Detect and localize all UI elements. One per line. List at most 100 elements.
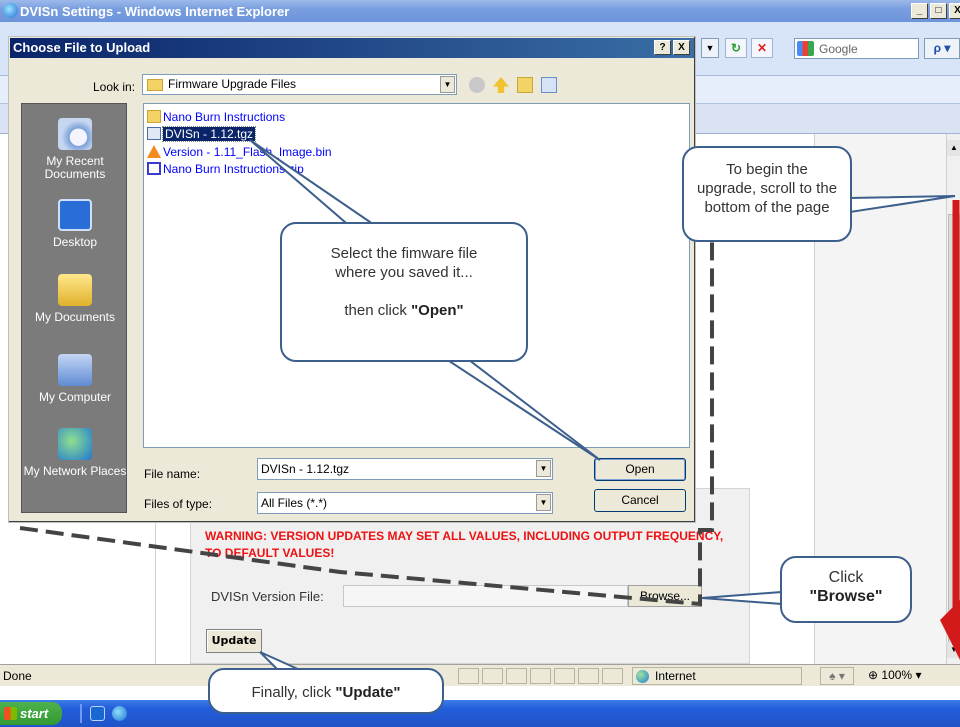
browse-button[interactable]: Browse... — [628, 585, 702, 607]
minimize-button[interactable]: _ — [911, 3, 928, 19]
file-type-select[interactable]: All Files (*.*) ▼ — [257, 492, 553, 514]
place-network[interactable]: My Network Places — [22, 428, 128, 478]
my-computer-icon — [58, 354, 92, 386]
scroll-thumb[interactable] — [948, 214, 960, 644]
search-placeholder: Google — [819, 42, 858, 56]
place-label: My Recent Documents — [44, 154, 106, 181]
dialog-close-button[interactable]: X — [673, 40, 690, 55]
dialog-nav-icons — [469, 77, 557, 93]
warning-line-1: WARNING: VERSION UPDATES MAY SET ALL VAL… — [205, 529, 724, 543]
status-pane — [482, 668, 503, 684]
zone-label: Internet — [655, 669, 696, 683]
ie-logo-icon — [3, 3, 18, 18]
list-item[interactable]: Nano Burn Instructions.zip — [147, 161, 304, 177]
file-name-input[interactable]: DVISn - 1.12.tgz ▼ — [257, 458, 553, 480]
folder-icon — [147, 110, 161, 123]
zip-file-icon — [147, 162, 161, 175]
look-in-select[interactable]: Firmware Upgrade Files ▼ — [142, 74, 457, 95]
zoom-icon: ⊕ — [868, 668, 879, 682]
windows-taskbar: start — [0, 700, 960, 727]
protected-mode-icon[interactable]: ♠ ▾ — [820, 667, 854, 685]
chevron-down-icon[interactable]: ▼ — [536, 494, 551, 511]
dialog-title: Choose File to Upload — [13, 40, 151, 55]
desktop-icon — [58, 199, 92, 231]
version-file-input[interactable] — [343, 585, 628, 607]
folder-icon — [147, 79, 163, 91]
place-recent-documents[interactable]: My Recent Documents — [22, 118, 128, 181]
places-bar: My Recent Documents Desktop My Documents… — [21, 103, 127, 513]
select-file-callout: Select the fimware file where you saved … — [280, 222, 528, 362]
callout-line: where you saved it... — [335, 264, 473, 281]
dialog-title-bar: Choose File to Upload ? X — [10, 38, 694, 58]
internet-globe-icon — [636, 670, 649, 683]
scroll-up-icon[interactable]: ▲ — [947, 140, 960, 156]
look-in-value: Firmware Upgrade Files — [168, 77, 297, 91]
refresh-icon[interactable]: ↻ — [725, 38, 747, 58]
close-window-button[interactable]: X — [949, 3, 960, 19]
file-type-label: Files of type: — [144, 497, 213, 511]
search-button[interactable]: ρ ▾ — [924, 38, 960, 59]
view-menu-icon[interactable] — [541, 77, 557, 93]
show-desktop-icon[interactable] — [90, 706, 105, 721]
chevron-down-icon[interactable]: ▼ — [536, 460, 551, 477]
update-warning: WARNING: VERSION UPDATES MAY SET ALL VAL… — [205, 528, 765, 562]
quicklaunch-divider — [80, 704, 82, 723]
new-folder-icon[interactable] — [517, 77, 533, 93]
ie-title-bar: DVISn Settings - Windows Internet Explor… — [0, 0, 960, 22]
vlc-file-icon — [147, 145, 161, 158]
zoom-control[interactable]: ⊕ 100% ▾ — [862, 667, 960, 685]
update-button[interactable]: Update — [206, 629, 262, 653]
status-pane — [506, 668, 527, 684]
status-pane — [458, 668, 479, 684]
place-label: My Documents — [34, 310, 116, 324]
security-zone[interactable]: Internet — [632, 667, 802, 685]
callout-text: then click — [344, 302, 412, 319]
callout-text: Finally, click — [251, 684, 336, 701]
start-button[interactable]: start — [0, 702, 62, 725]
file-name: Nano Burn Instructions — [163, 110, 286, 124]
zoom-level: 100% — [881, 668, 913, 682]
status-bar: Done Internet ♠ ▾ ⊕ 100% ▾ — [0, 664, 960, 686]
list-item-selected[interactable]: DVISn - 1.12.tgz — [147, 126, 257, 142]
file-name: DVISn - 1.12.tgz — [161, 126, 257, 142]
chevron-down-icon[interactable]: ▼ — [440, 76, 455, 93]
zoom-dropdown-icon: ▾ — [915, 668, 922, 682]
callout-line: Select the fimware file — [330, 245, 478, 262]
address-dropdown-button[interactable]: ▼ — [701, 38, 719, 58]
stop-icon[interactable]: ✕ — [751, 38, 773, 58]
help-button[interactable]: ? — [654, 40, 671, 55]
archive-file-icon — [147, 127, 161, 140]
callout-bold: "Open" — [411, 302, 464, 319]
place-my-computer[interactable]: My Computer — [22, 354, 128, 404]
warning-line-2: TO DEFAULT VALUES! — [205, 546, 335, 560]
vertical-scrollbar[interactable]: ▲ ▼ — [946, 134, 960, 664]
open-button[interactable]: Open — [594, 458, 686, 481]
version-file-label: DVISn Version File: — [211, 589, 324, 604]
place-my-documents[interactable]: My Documents — [22, 274, 128, 324]
place-label: My Network Places — [23, 464, 127, 478]
up-folder-icon[interactable] — [493, 77, 509, 93]
callout-line: then click "Open" — [282, 301, 526, 320]
callout-line: upgrade, scroll to the — [696, 180, 838, 197]
callout-line: bottom of the page — [704, 199, 830, 216]
internet-explorer-icon[interactable] — [112, 706, 127, 721]
list-item[interactable]: Nano Burn Instructions — [147, 109, 285, 125]
callout-bold: "Browse" — [809, 588, 883, 605]
search-input[interactable]: Google — [794, 38, 919, 59]
list-item[interactable]: Version - 1.11_Flash_Image.bin — [147, 144, 332, 160]
file-type-value: All Files (*.*) — [261, 496, 328, 510]
look-in-label: Look in: — [93, 80, 136, 94]
place-desktop[interactable]: Desktop — [22, 199, 128, 249]
begin-upgrade-callout: To begin the upgrade, scroll to the bott… — [682, 146, 852, 242]
status-pane — [602, 668, 623, 684]
scroll-down-icon[interactable]: ▼ — [947, 642, 960, 658]
maximize-button[interactable]: □ — [930, 3, 947, 19]
status-pane — [578, 668, 599, 684]
cancel-button[interactable]: Cancel — [594, 489, 686, 512]
back-icon[interactable] — [469, 77, 485, 93]
my-documents-icon — [58, 274, 92, 306]
dialog-title-buttons: ? X — [654, 40, 690, 55]
update-callout: Finally, click "Update" — [208, 668, 444, 714]
place-label: Desktop — [52, 235, 98, 249]
callout-spacer — [282, 282, 526, 301]
